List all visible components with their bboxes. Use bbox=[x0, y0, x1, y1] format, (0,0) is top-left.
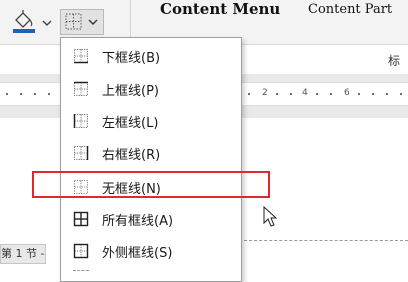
page-margin-guide bbox=[244, 240, 408, 241]
ruler-tick bbox=[330, 93, 332, 95]
ruler-tick bbox=[20, 93, 22, 95]
menu-item-label: 右框线(R) bbox=[102, 147, 161, 163]
ruler-tick bbox=[372, 93, 374, 95]
ruler-tick bbox=[316, 93, 318, 95]
paint-bucket-icon bbox=[13, 10, 52, 33]
ruler-number: 6 bbox=[344, 88, 350, 98]
menu-item-label: 左框线(L) bbox=[102, 115, 159, 131]
menu-item-label: 上框线(P) bbox=[102, 83, 159, 99]
ruler-number: 4 bbox=[302, 88, 308, 98]
ruler-tick bbox=[276, 93, 278, 95]
bottom-border-icon bbox=[74, 49, 88, 64]
menu-item-right-border[interactable]: 右框线(R) bbox=[61, 138, 241, 168]
ruler-tick bbox=[6, 93, 8, 95]
ruler-tick bbox=[48, 93, 50, 95]
menu-item-label: 外侧框线(S) bbox=[102, 245, 173, 261]
ruler-number: 2 bbox=[262, 88, 268, 98]
section-indicator[interactable]: 第 1 节 - bbox=[0, 244, 46, 264]
menu-item-all-borders[interactable]: 所有框线(A) bbox=[61, 204, 241, 234]
ribbon-glyph[interactable]: 标 bbox=[388, 52, 400, 69]
ruler-tick bbox=[386, 93, 388, 95]
ruler-tick bbox=[400, 93, 402, 95]
all-borders-icon bbox=[73, 211, 89, 227]
right-border-icon bbox=[74, 146, 89, 160]
menu-item-bottom-border[interactable]: 下框线(B) bbox=[61, 41, 241, 71]
ruler-tick bbox=[358, 93, 360, 95]
borders-dropdown-button[interactable] bbox=[60, 9, 104, 35]
ruler-tick bbox=[34, 93, 36, 95]
menu-item-top-border[interactable]: 上框线(P) bbox=[61, 74, 241, 104]
highlight-annotation bbox=[32, 171, 270, 198]
chevron-down-icon bbox=[88, 19, 98, 25]
menu-item-label: 下框线(B) bbox=[102, 50, 161, 66]
outside-borders-icon bbox=[73, 243, 89, 259]
mouse-pointer-icon bbox=[263, 206, 277, 227]
menu-item-left-border[interactable]: 左框线(L) bbox=[61, 106, 241, 136]
borders-dropdown-menu: 下框线(B) 上框线(P) 左框线(L) 右框线(R) 无框线(N) 所有框线(… bbox=[60, 37, 242, 282]
borders-grid-icon bbox=[65, 13, 98, 30]
style-heading-large[interactable]: Content Menu bbox=[160, 0, 280, 18]
ruler-tick bbox=[248, 93, 250, 95]
ruler-tick bbox=[290, 93, 292, 95]
top-border-icon bbox=[74, 81, 88, 96]
menu-item-label: 所有框线(A) bbox=[102, 213, 174, 229]
style-heading-small[interactable]: Content Part bbox=[308, 2, 392, 17]
menu-item-outside-borders[interactable]: 外侧框线(S) bbox=[61, 236, 241, 266]
left-border-icon bbox=[73, 114, 88, 128]
shading-button[interactable] bbox=[12, 10, 56, 34]
